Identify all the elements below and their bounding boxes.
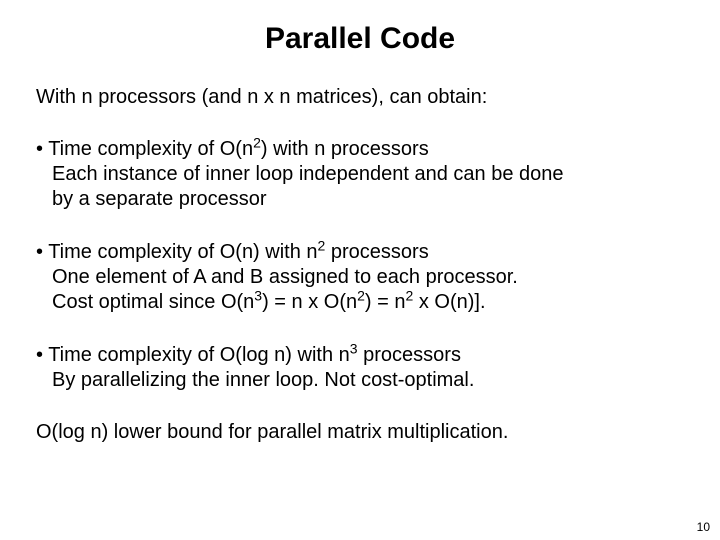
superscript: 3	[254, 287, 262, 303]
closing-text: O(log n) lower bound for parallel matrix…	[36, 421, 684, 444]
bullet-2: • Time complexity of O(n) with n 2 proces…	[36, 240, 684, 315]
slide: Parallel Code With n processors (and n x…	[0, 0, 720, 540]
text: processors	[325, 241, 428, 263]
bullet-3: • Time complexity of O(log n) with n3 pr…	[36, 343, 684, 393]
bullet-3-line1: • Time complexity of O(log n) with n3 pr…	[36, 343, 684, 368]
text: x O(n)].	[413, 291, 485, 313]
superscript: 2	[253, 134, 261, 150]
text: • Time complexity of O(n) with n	[36, 241, 318, 263]
superscript: 2	[357, 287, 365, 303]
text: • Time complexity of O(log n) with n	[36, 344, 350, 366]
slide-title: Parallel Code	[36, 22, 684, 56]
bullet-2-line2: One element of A and B assigned to each …	[36, 265, 684, 290]
text: ) with n processors	[261, 138, 429, 160]
bullet-1: • Time complexity of O(n2) with n proces…	[36, 137, 684, 212]
superscript: 3	[350, 340, 358, 356]
text: ) = n x O(n	[262, 291, 357, 313]
bullet-1-line1: • Time complexity of O(n2) with n proces…	[36, 137, 684, 162]
bullet-1-line3: by a separate processor	[36, 187, 684, 212]
bullet-1-line2: Each instance of inner loop independent …	[36, 162, 684, 187]
bullet-2-line1: • Time complexity of O(n) with n2 proces…	[36, 240, 684, 265]
bullet-2-line3: Cost optimal since O(n3) = n x O(n2) = n…	[36, 290, 684, 315]
bullet-3-line2: By parallelizing the inner loop. Not cos…	[36, 368, 684, 393]
lead-text: With n processors (and n x n matrices), …	[36, 86, 684, 109]
text: ) = n	[365, 291, 406, 313]
text: Cost optimal since O(n	[52, 291, 254, 313]
text: • Time complexity of O(n	[36, 138, 253, 160]
page-number: 10	[697, 520, 710, 534]
text: processors	[358, 344, 461, 366]
